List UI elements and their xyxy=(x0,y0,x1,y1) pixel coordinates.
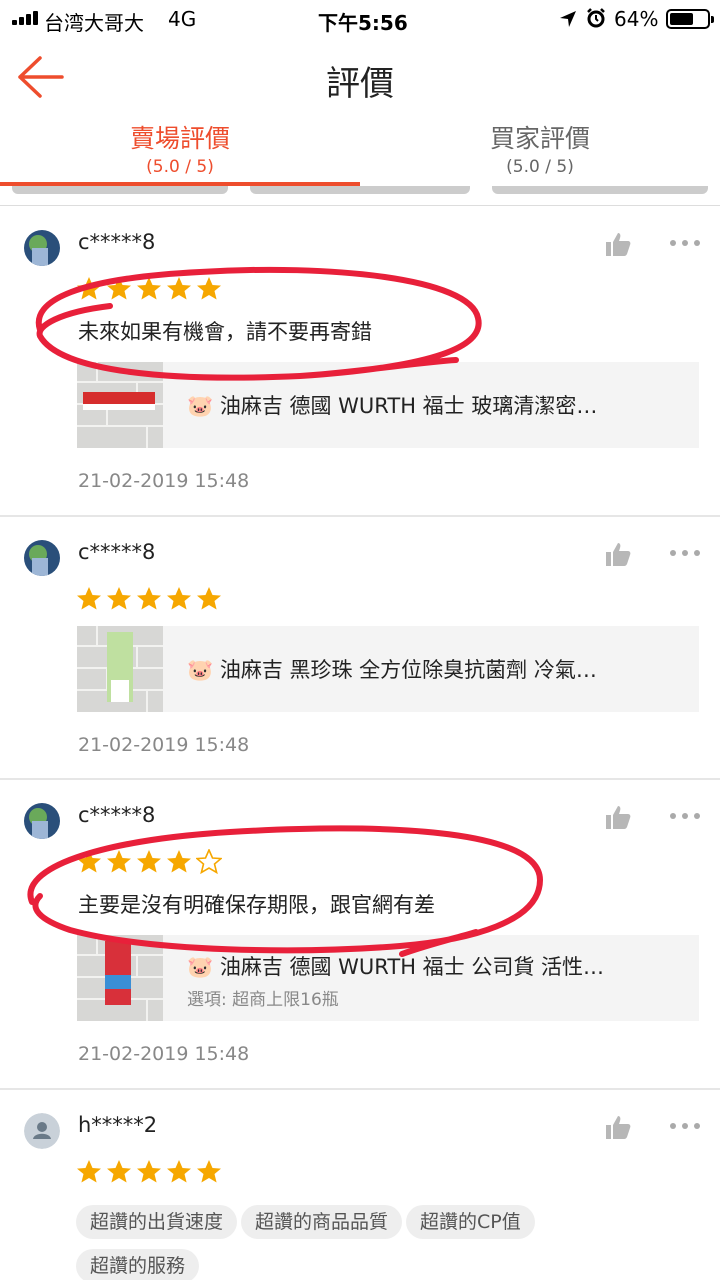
more-options-icon[interactable] xyxy=(670,1121,700,1131)
review-tabs: 賣場評價 (5.0 / 5) 買家評價 (5.0 / 5) xyxy=(0,118,720,186)
thumbs-up-icon[interactable] xyxy=(604,230,632,258)
star-rating xyxy=(76,276,226,302)
reviewer-name: c*****8 xyxy=(78,540,156,564)
status-bar: 台湾大哥大 4G 下午5:56 64% xyxy=(0,0,720,38)
product-name: 🐷 油麻吉 黑珍珠 全方位除臭抗菌劑 冷氣… xyxy=(187,658,597,682)
star-icon xyxy=(137,587,161,610)
tab-score: (5.0 / 5) xyxy=(146,157,214,177)
product-card[interactable]: 🐷 油麻吉 黑珍珠 全方位除臭抗菌劑 冷氣… xyxy=(77,626,699,712)
review-tag: 超讚的商品品質 xyxy=(241,1205,403,1239)
star-icon xyxy=(167,1160,191,1183)
star-icon xyxy=(167,587,191,610)
reviewer-name: c*****8 xyxy=(78,230,156,254)
star-icon xyxy=(137,1160,161,1183)
more-options-icon[interactable] xyxy=(670,238,700,248)
divider xyxy=(0,515,720,517)
tab-score: (5.0 / 5) xyxy=(506,157,574,177)
star-icon xyxy=(107,587,131,610)
product-thumbnail xyxy=(77,362,163,448)
product-thumbnail xyxy=(77,935,163,1021)
thumbs-up-icon[interactable] xyxy=(604,1113,632,1141)
product-name: 🐷 油麻吉 德國 WURTH 福士 公司貨 活性… xyxy=(187,955,605,979)
reviewer-name: c*****8 xyxy=(78,803,156,827)
app-header: 評價 xyxy=(0,38,720,118)
review-item: c*****8 🐷 油麻吉 黑珍珠 全方位除臭抗菌劑 冷氣… 21-02-201… xyxy=(0,518,720,780)
product-variant: 選項: 超商上限16瓶 xyxy=(187,990,339,1010)
thumbs-up-icon[interactable] xyxy=(604,540,632,568)
star-rating xyxy=(76,586,226,612)
tab-label: 買家評價 xyxy=(489,124,590,153)
divider xyxy=(0,205,720,206)
carrier-name: 台湾大哥大 xyxy=(44,11,144,35)
review-tags: 超讚的出貨速度 超讚的商品品質 超讚的CP值超讚的服務 xyxy=(76,1205,636,1280)
star-icon xyxy=(137,850,161,873)
tab-shop-reviews[interactable]: 賣場評價 (5.0 / 5) xyxy=(0,118,360,186)
star-icon xyxy=(77,850,101,873)
review-tag: 超讚的CP值 xyxy=(406,1205,535,1239)
user-avatar[interactable] xyxy=(24,230,60,266)
review-date: 21-02-2019 15:48 xyxy=(78,470,250,492)
more-options-icon[interactable] xyxy=(670,811,700,821)
review-item: c*****8 未來如果有機會，請不要再寄錯 🐷 油麻吉 德國 WURTH 福士… xyxy=(0,208,720,518)
review-tag: 超讚的服務 xyxy=(76,1249,200,1280)
star-icon xyxy=(196,849,222,875)
star-icon xyxy=(197,277,221,300)
product-card[interactable]: 🐷 油麻吉 德國 WURTH 福士 玻璃清潔密… xyxy=(77,362,699,448)
default-avatar-icon[interactable] xyxy=(24,1113,60,1149)
divider xyxy=(0,1088,720,1090)
star-icon xyxy=(107,277,131,300)
divider xyxy=(0,778,720,780)
product-name: 🐷 油麻吉 德國 WURTH 福士 玻璃清潔密… xyxy=(187,394,598,418)
review-date: 21-02-2019 15:48 xyxy=(78,734,250,756)
star-icon xyxy=(107,1160,131,1183)
more-options-icon[interactable] xyxy=(670,548,700,558)
user-avatar[interactable] xyxy=(24,540,60,576)
star-rating xyxy=(76,849,226,875)
star-icon xyxy=(107,850,131,873)
reviewer-name: h*****2 xyxy=(78,1113,158,1137)
tab-label: 賣場評價 xyxy=(129,124,230,153)
review-date: 21-02-2019 15:48 xyxy=(78,1043,250,1065)
review-comment: 未來如果有機會，請不要再寄錯 xyxy=(78,320,372,344)
review-item: h*****2 超讚的出貨速度 超讚的商品品質 超讚的CP值超讚的服務 xyxy=(0,1091,720,1280)
thumbs-up-icon[interactable] xyxy=(604,803,632,831)
star-rating xyxy=(76,1159,226,1185)
battery-percent: 64% xyxy=(614,7,659,31)
star-icon xyxy=(137,277,161,300)
signal-strength-icon xyxy=(12,11,42,25)
star-icon xyxy=(77,277,101,300)
star-icon xyxy=(77,587,101,610)
page-title: 評價 xyxy=(326,64,394,104)
location-arrow-icon xyxy=(560,11,576,27)
product-card[interactable]: 🐷 油麻吉 德國 WURTH 福士 公司貨 活性… 選項: 超商上限16瓶 xyxy=(77,935,699,1021)
clock: 下午5:56 xyxy=(318,11,408,35)
product-thumbnail xyxy=(77,626,163,712)
review-tag: 超讚的出貨速度 xyxy=(76,1205,238,1239)
star-icon xyxy=(77,1160,101,1183)
star-icon xyxy=(167,850,191,873)
star-icon xyxy=(167,277,191,300)
review-comment: 主要是沒有明確保存期限，跟官網有差 xyxy=(78,893,435,917)
star-icon xyxy=(197,1160,221,1183)
network-type: 4G xyxy=(168,7,197,31)
filter-chip-strip xyxy=(0,186,720,194)
review-item: c*****8 主要是沒有明確保存期限，跟官網有差 🐷 油麻吉 德國 WURTH… xyxy=(0,781,720,1091)
tab-buyer-reviews[interactable]: 買家評價 (5.0 / 5) xyxy=(360,118,720,186)
alarm-clock-icon xyxy=(587,8,605,28)
star-icon xyxy=(197,587,221,610)
battery-icon xyxy=(666,9,714,29)
user-avatar[interactable] xyxy=(24,803,60,839)
